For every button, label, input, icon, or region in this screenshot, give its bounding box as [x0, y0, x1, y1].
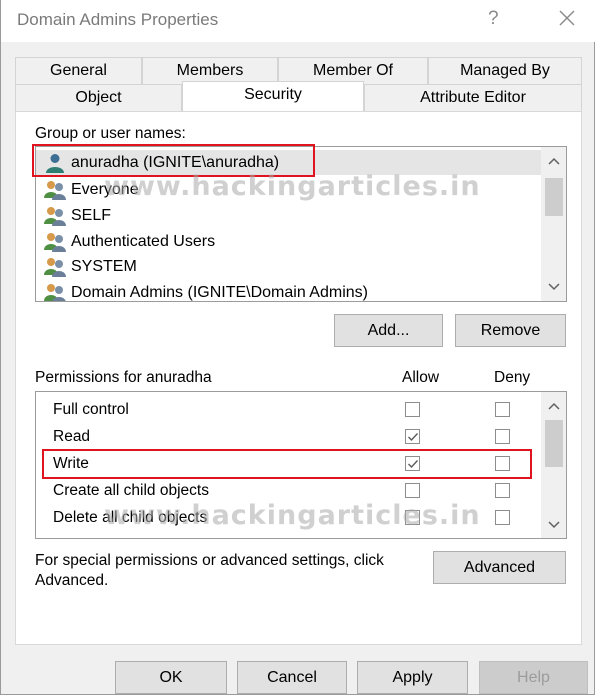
- title-bar: Domain Admins Properties ?: [1, 0, 595, 42]
- ok-button[interactable]: OK: [115, 661, 227, 694]
- deny-checkbox[interactable]: [495, 483, 510, 498]
- list-item[interactable]: Domain Admins (IGNITE\Domain Admins): [36, 280, 368, 301]
- permissions-label: Permissions for anuradha: [35, 369, 212, 386]
- apply-button[interactable]: Apply: [357, 661, 468, 694]
- allow-checkbox[interactable]: [405, 483, 420, 498]
- remove-button[interactable]: Remove: [455, 314, 566, 347]
- special-permissions-text: For special permissions or advanced sett…: [35, 552, 384, 569]
- permissions-scrollbar[interactable]: [541, 392, 566, 538]
- group-users-label: Group or user names:: [35, 125, 186, 142]
- tab-attribute-editor[interactable]: Attribute Editor: [364, 84, 582, 112]
- scroll-up-icon[interactable]: [548, 156, 560, 166]
- group-users-scrollbar[interactable]: [541, 147, 566, 301]
- scroll-down-icon[interactable]: [548, 282, 560, 292]
- close-icon[interactable]: [557, 7, 577, 29]
- list-item-label: SELF: [71, 206, 112, 224]
- deny-checkbox[interactable]: [495, 510, 510, 525]
- deny-checkbox[interactable]: [495, 402, 510, 417]
- allow-checkbox[interactable]: [405, 402, 420, 417]
- watermark: www.hackingarticles.in: [104, 500, 481, 531]
- group-icon: [44, 257, 66, 277]
- tab-object[interactable]: Object: [15, 84, 182, 112]
- scroll-up-icon[interactable]: [548, 401, 560, 411]
- help-button: Help: [479, 661, 588, 694]
- add-button[interactable]: Add...: [334, 314, 443, 347]
- permission-name: Create all child objects: [53, 482, 209, 499]
- scroll-thumb[interactable]: [545, 420, 563, 467]
- group-icon: [44, 206, 66, 226]
- permission-name: Full control: [53, 401, 129, 418]
- group-icon: [44, 283, 66, 301]
- deny-header: Deny: [494, 369, 531, 386]
- help-icon[interactable]: ?: [488, 8, 499, 30]
- list-item[interactable]: SYSTEM: [36, 254, 137, 279]
- cancel-button[interactable]: Cancel: [237, 661, 347, 694]
- group-icon: [44, 180, 66, 200]
- watermark: www.hackingarticles.in: [104, 171, 481, 202]
- table-row: Read: [36, 424, 541, 451]
- properties-dialog: Domain Admins Properties ? General Membe…: [0, 0, 595, 695]
- tab-managed-by[interactable]: Managed By: [428, 57, 582, 85]
- window-title: Domain Admins Properties: [17, 10, 219, 29]
- allow-checkbox[interactable]: [405, 429, 420, 444]
- group-icon: [44, 232, 66, 252]
- list-item[interactable]: Authenticated Users: [36, 229, 215, 254]
- deny-checkbox[interactable]: [495, 429, 510, 444]
- list-item[interactable]: SELF: [36, 203, 111, 228]
- permission-name: Read: [53, 428, 91, 445]
- allow-header: Allow: [402, 369, 440, 386]
- special-permissions-text-line2: Advanced.: [35, 572, 109, 589]
- tab-security[interactable]: Security: [182, 81, 364, 111]
- list-item-label: Authenticated Users: [71, 232, 216, 250]
- highlight-box-write: [42, 449, 532, 479]
- tab-general[interactable]: General: [15, 57, 142, 85]
- list-item-label: Domain Admins (IGNITE\Domain Admins): [71, 283, 368, 301]
- scroll-thumb[interactable]: [545, 178, 563, 216]
- table-row: Full control: [36, 397, 541, 424]
- list-item-label: SYSTEM: [71, 257, 137, 275]
- scroll-down-icon[interactable]: [548, 520, 560, 530]
- checkmark-icon: [408, 433, 419, 442]
- advanced-button[interactable]: Advanced: [433, 551, 566, 584]
